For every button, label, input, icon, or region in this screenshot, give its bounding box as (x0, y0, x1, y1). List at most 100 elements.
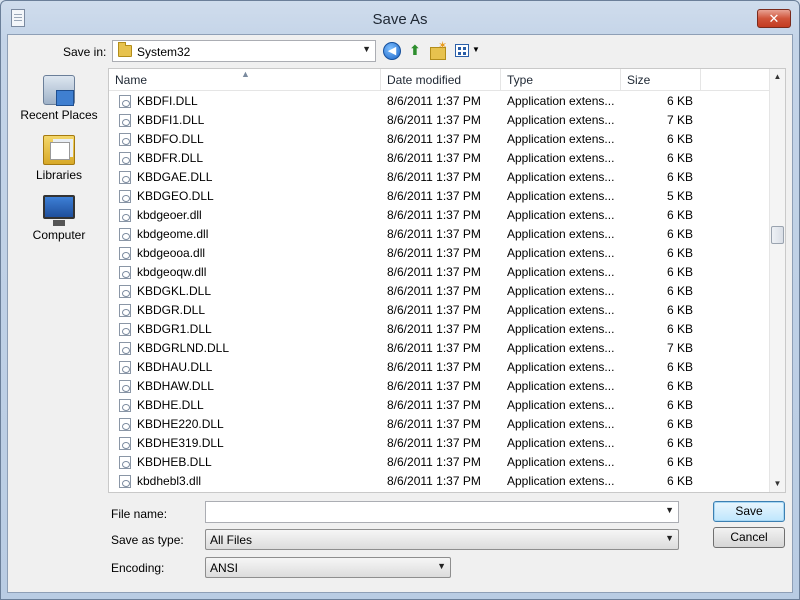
title-bar[interactable]: Save As ✕ (1, 1, 799, 37)
file-date-modified: 8/6/2011 1:37 PM (387, 341, 481, 355)
file-date-modified: 8/6/2011 1:37 PM (387, 474, 481, 488)
file-size: 5 KB (666, 189, 693, 203)
file-row[interactable]: KBDHAU.DLL 8/6/2011 1:37 PM Application ex… (109, 358, 771, 377)
dll-file-icon (119, 190, 131, 203)
dll-file-icon (119, 437, 131, 450)
file-row[interactable]: KBDGR1.DLL 8/6/2011 1:37 PM Application ex… (109, 320, 771, 339)
file-row[interactable]: KBDGAE.DLL 8/6/2011 1:37 PM Application ex… (109, 168, 771, 187)
encoding-dropdown[interactable]: ANSI ▼ (205, 557, 451, 578)
file-size: 6 KB (666, 227, 693, 241)
save-as-type-dropdown[interactable]: All Files ▼ (205, 529, 679, 550)
file-size: 7 KB (666, 341, 693, 355)
file-name: KBDGRLND.DLL (137, 341, 230, 355)
back-icon[interactable]: ◀ (383, 42, 401, 60)
file-row[interactable]: KBDGR.DLL 8/6/2011 1:37 PM Application ext… (109, 301, 771, 320)
file-date-modified: 8/6/2011 1:37 PM (387, 151, 481, 165)
encoding-value: ANSI (210, 561, 239, 575)
file-type: Application extens... (507, 322, 615, 336)
dll-file-icon (119, 323, 131, 336)
dll-file-icon (119, 342, 131, 355)
chevron-down-icon[interactable]: ▼ (665, 505, 674, 515)
file-date-modified: 8/6/2011 1:37 PM (387, 113, 481, 127)
file-type: Application extens... (507, 151, 615, 165)
file-type: Application extens... (507, 208, 615, 222)
column-header-size[interactable]: Size (621, 69, 701, 91)
file-row[interactable]: KBDHEB.DLL 8/6/2011 1:37 PM Application ex… (109, 453, 771, 472)
file-name: KBDGR.DLL (137, 303, 206, 317)
file-size: 6 KB (666, 94, 693, 108)
save-button[interactable]: Save (713, 501, 785, 522)
file-type: Application extens... (507, 341, 615, 355)
file-row[interactable]: kbdgeoqw.dll 8/6/2011 1:37 PM Application … (109, 263, 771, 282)
view-menu-button[interactable]: ▼ (454, 42, 480, 60)
file-size: 6 KB (666, 170, 693, 184)
file-row[interactable]: KBDFR.DLL 8/6/2011 1:37 PM Application ext… (109, 149, 771, 168)
file-row[interactable]: kbdgeooa.dll 8/6/2011 1:37 PM Application … (109, 244, 771, 263)
vertical-scrollbar[interactable]: ▲ ▼ (769, 69, 785, 492)
file-row[interactable]: KBDHE.DLL 8/6/2011 1:37 PM Application ext… (109, 396, 771, 415)
file-type: Application extens... (507, 170, 615, 184)
file-name-input[interactable]: ▼ (205, 501, 679, 523)
file-row[interactable]: kbdgeome.dll 8/6/2011 1:37 PM Application … (109, 225, 771, 244)
file-size: 6 KB (666, 379, 693, 393)
column-type-label: Type (507, 73, 534, 87)
file-type: Application extens... (507, 474, 615, 488)
place-libraries[interactable]: Libraries (13, 133, 105, 189)
file-type: Application extens... (507, 455, 615, 469)
file-date-modified: 8/6/2011 1:37 PM (387, 227, 481, 241)
column-header-date[interactable]: Date modified (381, 69, 501, 91)
place-recent-places[interactable]: Recent Places (13, 73, 105, 129)
file-name: KBDFI1.DLL (137, 113, 205, 127)
file-size: 6 KB (666, 303, 693, 317)
file-type: Application extens... (507, 436, 615, 450)
file-row[interactable]: KBDGEO.DLL 8/6/2011 1:37 PM Application ex… (109, 187, 771, 206)
libraries-icon (43, 135, 75, 165)
file-size: 6 KB (666, 246, 693, 260)
chevron-down-icon: ▼ (362, 44, 371, 54)
file-size: 6 KB (666, 322, 693, 336)
file-name: KBDGEO.DLL (137, 189, 214, 203)
scroll-up-icon[interactable]: ▲ (770, 69, 785, 85)
cancel-button[interactable]: Cancel (713, 527, 785, 548)
file-row[interactable]: KBDHAW.DLL 8/6/2011 1:37 PM Application ex… (109, 377, 771, 396)
save-in-dropdown[interactable]: System32 ▼ (112, 40, 376, 62)
save-in-label: Save in: (63, 45, 107, 59)
new-folder-icon[interactable] (429, 39, 447, 60)
column-header-name[interactable]: Name ▲ (109, 69, 381, 91)
file-row[interactable]: KBDHE220.DLL 8/6/2011 1:37 PM Application … (109, 415, 771, 434)
file-type: Application extens... (507, 360, 615, 374)
file-name: KBDHAU.DLL (137, 360, 213, 374)
file-row[interactable]: KBDFI.DLL 8/6/2011 1:37 PM Application ext… (109, 92, 771, 111)
file-type: Application extens... (507, 398, 615, 412)
file-size: 6 KB (666, 360, 693, 374)
file-size: 6 KB (666, 265, 693, 279)
file-row[interactable]: kbdgeoer.dll 8/6/2011 1:37 PM Application … (109, 206, 771, 225)
file-list[interactable]: Name ▲ Date modified Type Size KBDFI.DLL… (108, 68, 786, 493)
file-row[interactable]: kbdhebl3.dll 8/6/2011 1:37 PM Application … (109, 472, 771, 491)
file-row[interactable]: KBDFI1.DLL 8/6/2011 1:37 PM Application ex… (109, 111, 771, 130)
file-row[interactable]: KBDHE319.DLL 8/6/2011 1:37 PM Application … (109, 434, 771, 453)
scroll-down-icon[interactable]: ▼ (770, 476, 785, 492)
up-folder-icon[interactable]: ⬆ (406, 42, 424, 60)
recent-places-icon (43, 75, 75, 106)
save-in-value: System32 (137, 45, 191, 59)
file-type: Application extens... (507, 246, 615, 260)
view-menu-icon (455, 44, 469, 57)
file-size: 6 KB (666, 398, 693, 412)
column-size-label: Size (627, 73, 651, 87)
file-size: 6 KB (666, 151, 693, 165)
file-type: Application extens... (507, 132, 615, 146)
file-date-modified: 8/6/2011 1:37 PM (387, 379, 481, 393)
column-header-type[interactable]: Type (501, 69, 621, 91)
file-date-modified: 8/6/2011 1:37 PM (387, 208, 481, 222)
file-date-modified: 8/6/2011 1:37 PM (387, 246, 481, 260)
scroll-thumb[interactable] (771, 226, 784, 244)
file-row[interactable]: KBDGRLND.DLL 8/6/2011 1:37 PM Application … (109, 339, 771, 358)
file-date-modified: 8/6/2011 1:37 PM (387, 303, 481, 317)
window-title: Save As (372, 11, 428, 28)
close-button[interactable]: ✕ (757, 9, 791, 28)
place-computer[interactable]: Computer (13, 193, 105, 249)
dll-file-icon (119, 247, 131, 260)
file-row[interactable]: KBDFO.DLL 8/6/2011 1:37 PM Application ext… (109, 130, 771, 149)
file-row[interactable]: KBDGKL.DLL 8/6/2011 1:37 PM Application ex… (109, 282, 771, 301)
